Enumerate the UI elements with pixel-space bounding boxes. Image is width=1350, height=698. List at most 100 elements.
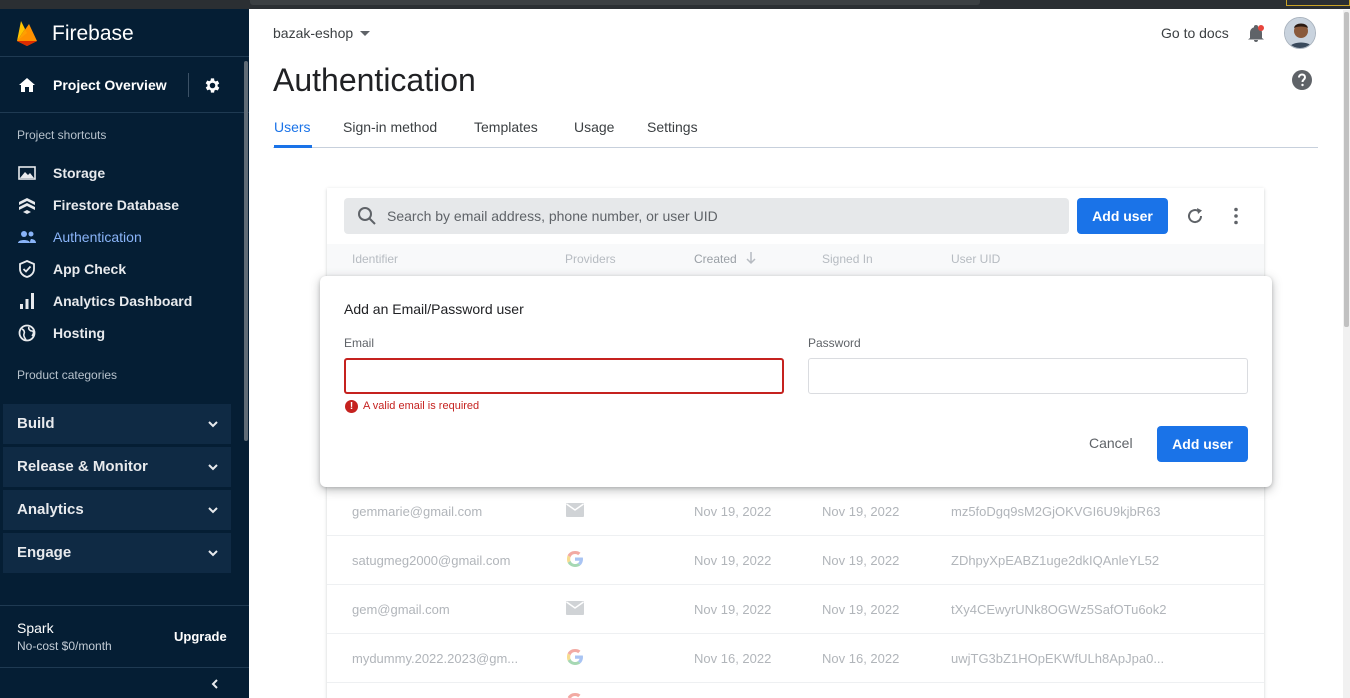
cell-identifier: gem@gmail.com <box>352 602 450 617</box>
collapse-sidebar[interactable] <box>0 667 249 698</box>
sidebar-item-analytics-dashboard[interactable]: Analytics Dashboard <box>0 285 240 317</box>
email-error-text: A valid email is required <box>363 400 480 412</box>
sidebar-item-authentication[interactable]: Authentication <box>0 221 240 253</box>
column-header[interactable]: User UID <box>951 252 1000 266</box>
plan-description: No-cost $0/month <box>17 639 112 653</box>
chevron-down-icon <box>208 550 218 557</box>
sidebar-item-storage[interactable]: Storage <box>0 157 240 189</box>
category-build[interactable]: Build <box>3 404 231 444</box>
page-scrollbar[interactable] <box>1343 10 1350 698</box>
brand[interactable]: Firebase <box>0 9 249 57</box>
email-icon <box>566 601 584 615</box>
email-icon <box>566 503 584 517</box>
sidebar-item-label: Authentication <box>53 229 142 245</box>
sidebar-scrollbar[interactable] <box>244 61 248 441</box>
upgrade-button[interactable]: Upgrade <box>174 629 227 644</box>
search-input[interactable]: Search by email address, phone number, o… <box>344 198 1069 234</box>
bell-icon[interactable] <box>1246 24 1266 44</box>
home-icon <box>19 78 35 92</box>
sidebar-item-firestore[interactable]: Firestore Database <box>0 189 240 221</box>
shortcuts-heading: Project shortcuts <box>17 128 107 142</box>
email-label: Email <box>344 336 375 350</box>
column-header[interactable]: Identifier <box>352 252 398 266</box>
email-field[interactable] <box>344 358 784 394</box>
sidebar: Firebase Project Overview Project shortc… <box>0 9 249 698</box>
category-engage[interactable]: Engage <box>3 533 231 573</box>
add-user-dialog: Add an Email/Password user Email Passwor… <box>320 276 1272 487</box>
column-header[interactable]: Signed In <box>822 252 873 266</box>
bar-chart-icon <box>20 293 34 309</box>
shield-icon <box>19 260 35 278</box>
submit-add-user-button[interactable]: Add user <box>1157 426 1248 462</box>
chevron-down-icon <box>208 421 218 428</box>
cell-identifier: satugmeg2000@gmail.com <box>352 553 511 568</box>
category-release-monitor[interactable]: Release & Monitor <box>3 447 231 487</box>
project-selector[interactable]: bazak-eshop <box>273 25 353 41</box>
cell-uid: tXy4CEwyrUNk8OGWz5SafOTu6ok2 <box>951 602 1167 617</box>
cell-uid: uwjTG3bZ1HOpEKWfULh8ApJpa0... <box>951 651 1165 666</box>
refresh-icon[interactable] <box>1185 206 1205 226</box>
globe-icon <box>18 324 36 342</box>
cell-signed-in: Nov 19, 2022 <box>822 553 900 568</box>
image-icon <box>18 166 36 180</box>
gear-icon[interactable] <box>203 76 222 95</box>
category-label: Engage <box>17 544 72 561</box>
caret-down-icon[interactable] <box>360 31 370 36</box>
cell-created: Nov 19, 2022 <box>694 553 772 568</box>
sidebar-item-label: Storage <box>53 165 106 181</box>
category-label: Release & Monitor <box>17 458 148 475</box>
tab-bar: Users Sign-in method Templates Usage Set… <box>273 110 1318 148</box>
cell-signed-in: Nov 19, 2022 <box>822 504 900 519</box>
table-row[interactable]: mydummy.2022.2023@gm... Nov 16, 2022 Nov… <box>327 634 1264 683</box>
cell-signed-in: Nov 16, 2022 <box>822 651 900 666</box>
error-icon: ! <box>345 400 358 413</box>
cell-identifier: mydummy.2022.2023@gm... <box>352 651 519 666</box>
chevron-down-icon <box>208 464 218 471</box>
tab-sign-in-method[interactable]: Sign-in method <box>343 119 437 135</box>
more-vert-icon[interactable] <box>1227 206 1245 226</box>
arrow-down-icon[interactable] <box>745 251 757 265</box>
table-row[interactable]: gemmarie@gmail.com Nov 19, 2022 Nov 19, … <box>327 487 1264 536</box>
browser-top-strip <box>0 0 1350 9</box>
firebase-logo-icon <box>17 21 37 46</box>
page-title: Authentication <box>273 62 476 98</box>
tab-users[interactable]: Users <box>274 119 311 135</box>
column-header[interactable]: Created <box>694 252 737 266</box>
avatar[interactable] <box>1284 17 1316 49</box>
active-tab-indicator <box>274 145 312 148</box>
cancel-button[interactable]: Cancel <box>1089 435 1133 451</box>
browser-top-bar <box>250 0 980 5</box>
table-row[interactable]: gem@gmail.com Nov 19, 2022 Nov 19, 2022 … <box>327 585 1264 634</box>
cell-identifier: gemmarie@gmail.com <box>352 504 483 519</box>
plan-name: Spark <box>17 620 54 636</box>
cell-uid: mz5foDgq9sM2GjOKVGI6U9kjbR63 <box>951 504 1161 519</box>
table-header: Identifier Providers Created Signed In U… <box>327 244 1264 276</box>
go-to-docs-link[interactable]: Go to docs <box>1161 25 1229 41</box>
category-analytics[interactable]: Analytics <box>3 490 231 530</box>
sidebar-item-app-check[interactable]: App Check <box>0 253 240 285</box>
firestore-icon <box>19 198 35 214</box>
brand-name: Firebase <box>52 22 134 45</box>
add-user-button[interactable]: Add user <box>1077 198 1168 234</box>
column-header[interactable]: Providers <box>565 252 616 266</box>
table-row[interactable]: satugmeg2000@gmail.com Nov 19, 2022 Nov … <box>327 536 1264 585</box>
table-row[interactable] <box>327 683 1264 698</box>
cell-signed-in: Nov 19, 2022 <box>822 602 900 617</box>
search-placeholder: Search by email address, phone number, o… <box>387 208 718 224</box>
project-overview[interactable]: Project Overview <box>0 57 249 113</box>
chevron-down-icon <box>208 507 218 514</box>
project-overview-label: Project Overview <box>53 77 167 93</box>
browser-top-corner <box>1286 0 1350 6</box>
sidebar-item-hosting[interactable]: Hosting <box>0 317 240 349</box>
password-label: Password <box>808 336 861 350</box>
help-icon[interactable] <box>1291 69 1313 91</box>
page-scrollbar-thumb[interactable] <box>1344 12 1349 327</box>
search-icon <box>358 207 376 225</box>
tab-settings[interactable]: Settings <box>647 119 698 135</box>
cell-uid: ZDhpyXpEABZ1uge2dkIQAnleYL52 <box>951 553 1160 568</box>
sidebar-item-label: Firestore Database <box>53 197 180 213</box>
password-field[interactable] <box>808 358 1248 394</box>
sidebar-item-label: Analytics Dashboard <box>53 293 193 309</box>
tab-usage[interactable]: Usage <box>574 119 614 135</box>
tab-templates[interactable]: Templates <box>474 119 538 135</box>
